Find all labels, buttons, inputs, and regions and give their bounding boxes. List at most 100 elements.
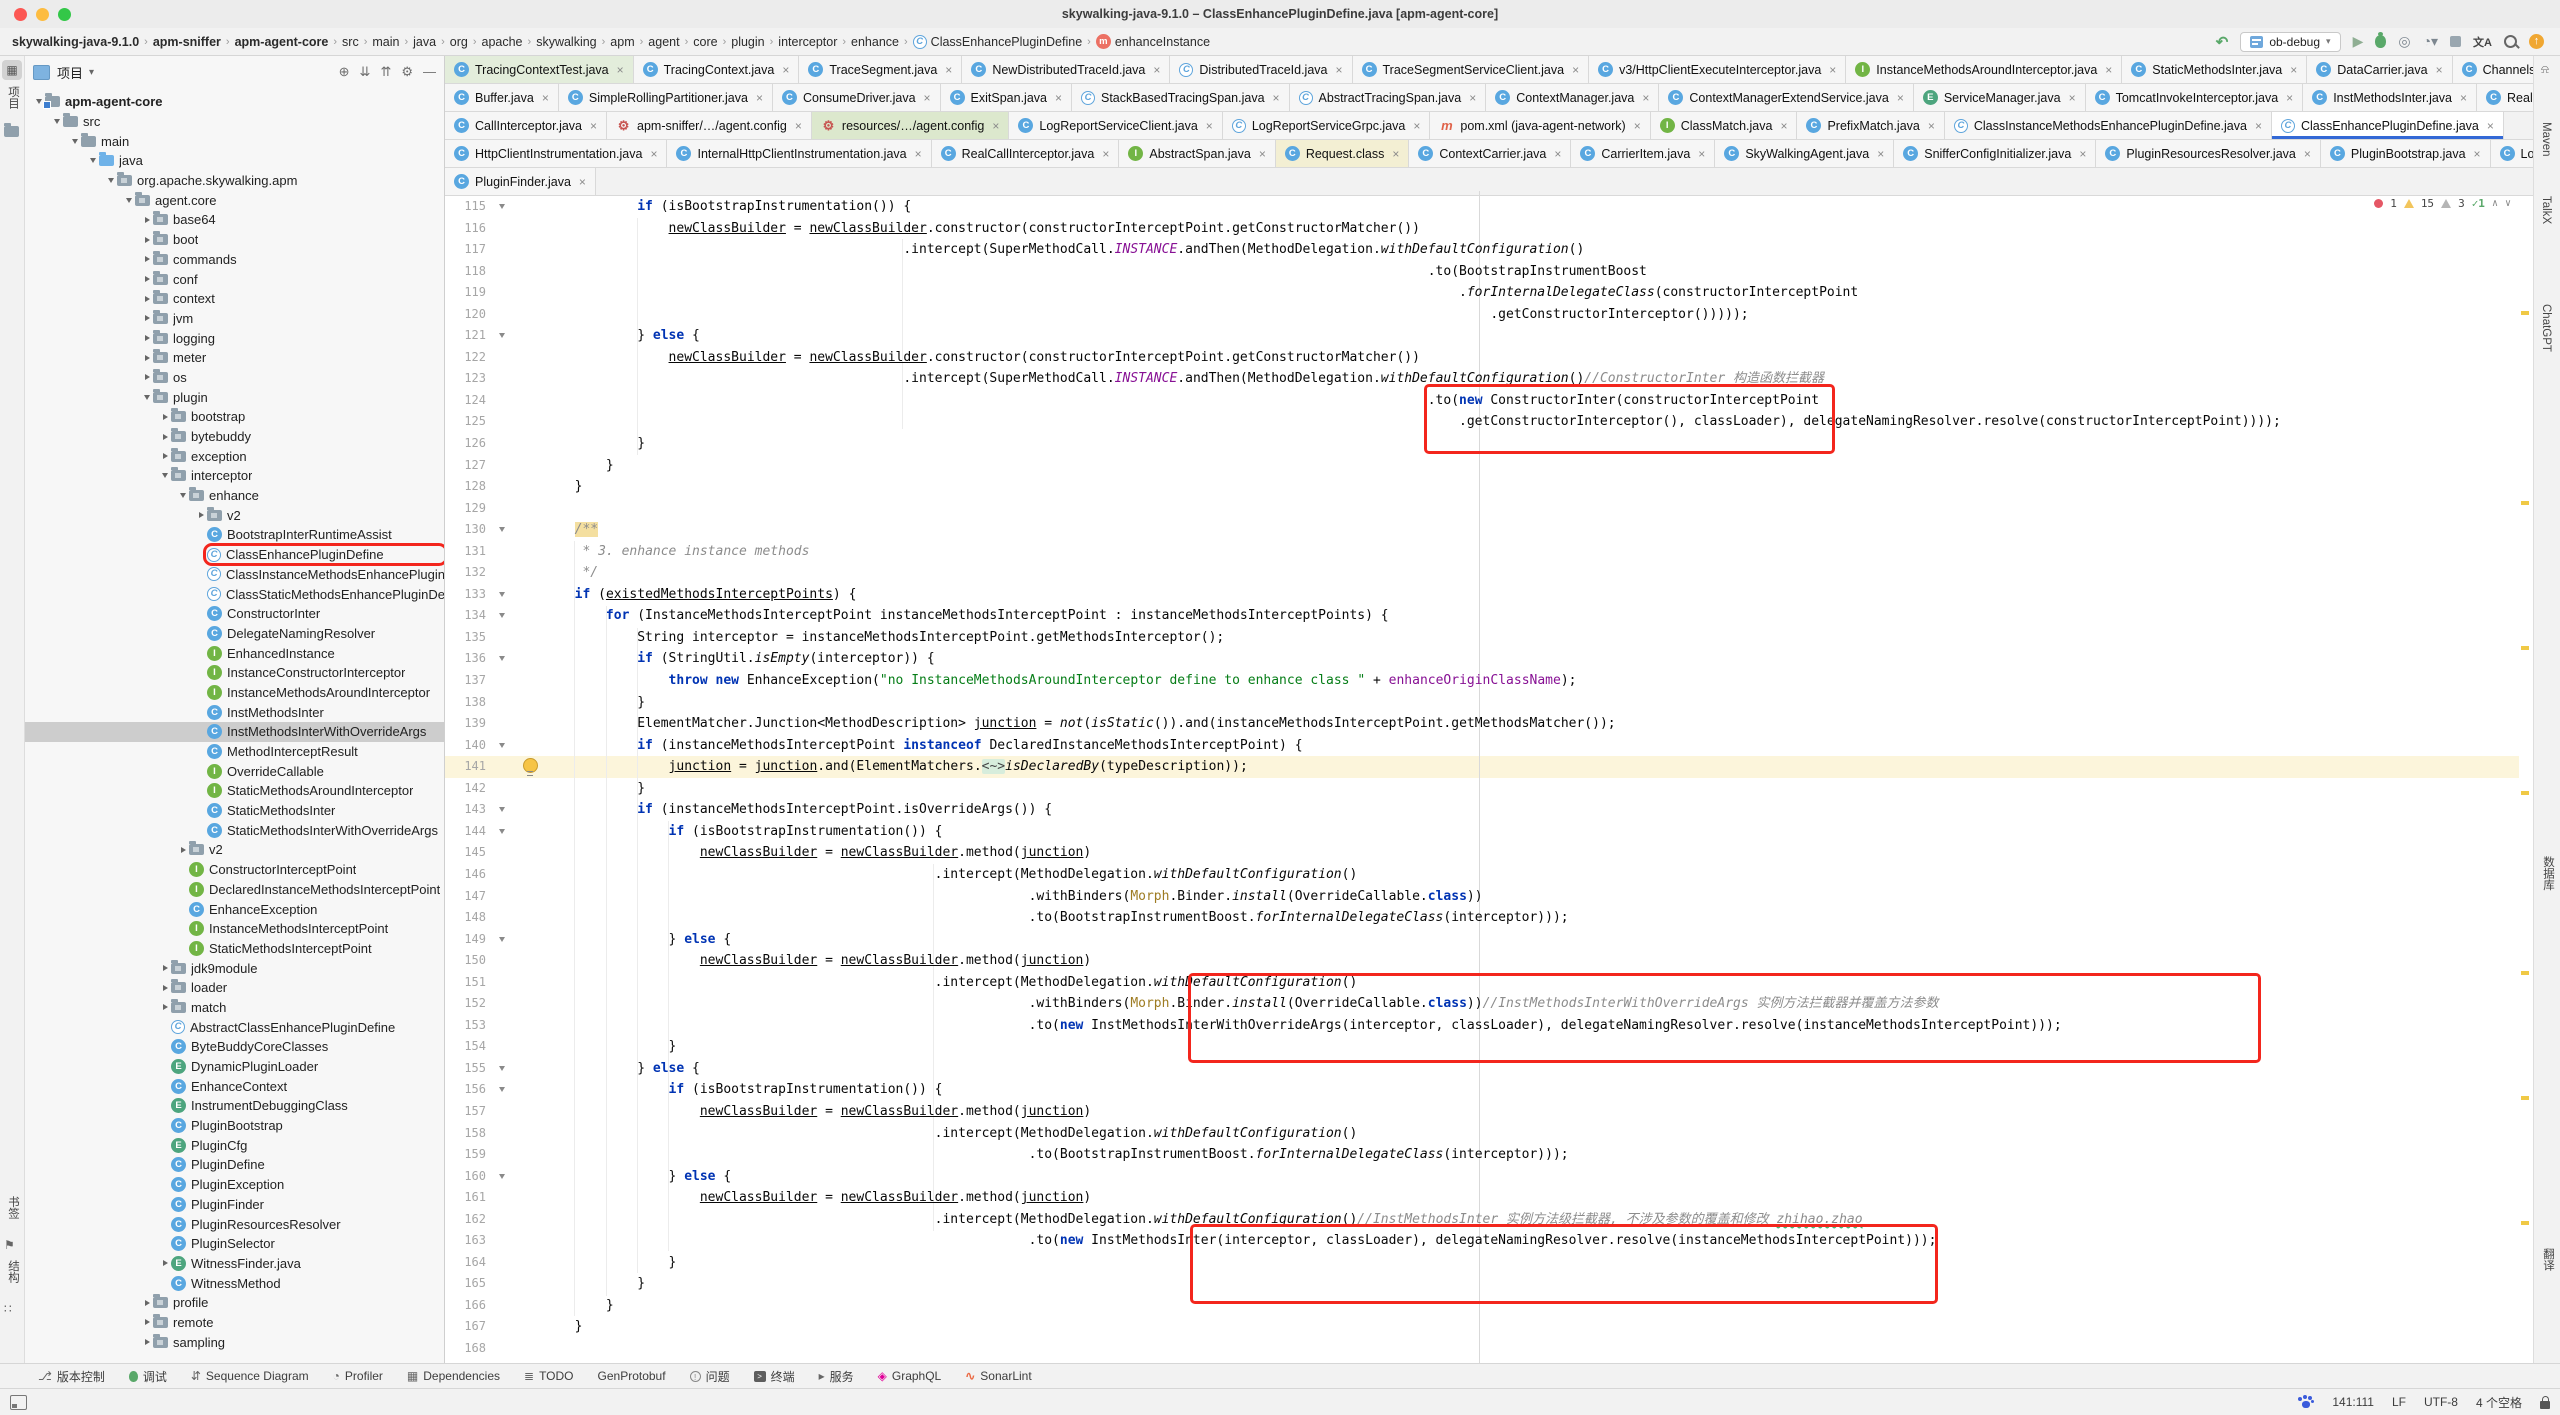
tree-item-meter[interactable]: meter: [25, 348, 444, 368]
tree-item-enhance[interactable]: enhance: [25, 486, 444, 506]
tree-item-base64[interactable]: base64: [25, 210, 444, 230]
line-number[interactable]: 127: [445, 455, 512, 477]
line-number[interactable]: 145: [445, 842, 512, 864]
fold-icon[interactable]: [499, 592, 505, 597]
editor-tab[interactable]: CLogManager.java×: [2491, 140, 2533, 167]
tree-item-ClassStaticMethodsEnhancePluginDefine[interactable]: CClassStaticMethodsEnhancePluginDefine: [25, 584, 444, 604]
line-number[interactable]: 129: [445, 498, 512, 520]
notifications-bell-icon[interactable]: ⍾: [2541, 62, 2549, 77]
indent-setting[interactable]: 4 个空格: [2476, 1394, 2522, 1411]
toolwindow-button-终端[interactable]: >终端: [754, 1368, 795, 1385]
close-tab-icon[interactable]: ×: [542, 91, 549, 105]
run-config-select[interactable]: ob-debug ▾: [2240, 32, 2340, 52]
coverage-icon[interactable]: ◎: [2398, 33, 2410, 50]
chevron-down-icon[interactable]: [69, 139, 81, 144]
close-tab-icon[interactable]: ×: [650, 147, 657, 161]
editor-tab[interactable]: CTraceSegmentServiceClient.java×: [1353, 56, 1590, 83]
editor-tab[interactable]: CHttpClientInstrumentation.java×: [445, 140, 667, 167]
caret-position[interactable]: 141:111: [2332, 1395, 2374, 1409]
fold-icon[interactable]: [499, 937, 505, 942]
editor-tab[interactable]: mpom.xml (java-agent-network)×: [1430, 112, 1650, 139]
line-number[interactable]: 168: [445, 1338, 512, 1360]
close-tab-icon[interactable]: ×: [1634, 119, 1641, 133]
chevron-right-icon[interactable]: [141, 237, 153, 243]
chevron-down-icon[interactable]: [141, 395, 153, 400]
line-number[interactable]: 115: [445, 196, 512, 218]
project-panel-title[interactable]: 项目: [57, 63, 83, 82]
chevron-right-icon[interactable]: [195, 512, 207, 518]
breadcrumb-item[interactable]: apache: [482, 35, 523, 49]
tree-item-bootstrap[interactable]: bootstrap: [25, 407, 444, 427]
tree-item-DelegateNamingResolver[interactable]: CDelegateNamingResolver: [25, 624, 444, 644]
tree-item-WitnessMethod[interactable]: CWitnessMethod: [25, 1273, 444, 1293]
line-number[interactable]: 136: [445, 648, 512, 670]
search-icon[interactable]: [2504, 35, 2517, 48]
tree-item-v2[interactable]: v2: [25, 505, 444, 525]
stripe-icon[interactable]: ∷: [4, 1302, 12, 1316]
editor-tab[interactable]: CSnifferConfigInitializer.java×: [1894, 140, 2096, 167]
editor-gutter[interactable]: 1151161171181191201211221231241251261271…: [445, 196, 512, 1360]
tree-item-WitnessFinder.java[interactable]: EWitnessFinder.java: [25, 1254, 444, 1274]
editor-tab[interactable]: CLogReportServiceGrpc.java×: [1223, 112, 1431, 139]
line-number[interactable]: 139: [445, 713, 512, 735]
close-tab-icon[interactable]: ×: [2460, 91, 2467, 105]
tree-item-jdk9module[interactable]: jdk9module: [25, 958, 444, 978]
tree-item-InstMethodsInter[interactable]: CInstMethodsInter: [25, 702, 444, 722]
panel-header-icon[interactable]: —: [423, 64, 436, 79]
close-tab-icon[interactable]: ×: [2487, 119, 2494, 133]
tree-item-bytebuddy[interactable]: bytebuddy: [25, 427, 444, 447]
line-number[interactable]: 142: [445, 778, 512, 800]
line-number[interactable]: 160: [445, 1166, 512, 1188]
editor-tab[interactable]: CPluginResourcesResolver.java×: [2096, 140, 2321, 167]
stripe-label-ChatGPT[interactable]: ChatGPT: [2540, 304, 2552, 352]
close-tab-icon[interactable]: ×: [1055, 91, 1062, 105]
line-number[interactable]: 141: [445, 756, 512, 778]
toolwindow-button-Sequence Diagram[interactable]: ⇵Sequence Diagram: [191, 1369, 309, 1383]
line-number[interactable]: 137: [445, 670, 512, 692]
line-number[interactable]: 159: [445, 1144, 512, 1166]
close-tab-icon[interactable]: ×: [2079, 147, 2086, 161]
editor-tab[interactable]: CStackBasedTracingSpan.java×: [1072, 84, 1290, 111]
close-tab-icon[interactable]: ×: [2105, 63, 2112, 77]
toolwindow-button-Profiler[interactable]: ◔Profiler: [333, 1369, 383, 1383]
chevron-right-icon[interactable]: [159, 1260, 171, 1266]
close-tab-icon[interactable]: ×: [2474, 147, 2481, 161]
profiler-icon[interactable]: ◔▾: [2423, 33, 2438, 50]
fold-icon[interactable]: [499, 1174, 505, 1179]
fold-icon[interactable]: [499, 829, 505, 834]
tree-item-ClassInstanceMethodsEnhancePluginDefine[interactable]: CClassInstanceMethodsEnhancePluginDefine: [25, 565, 444, 585]
close-tab-icon[interactable]: ×: [2069, 91, 2076, 105]
tree-item-ByteBuddyCoreClasses[interactable]: CByteBuddyCoreClasses: [25, 1037, 444, 1057]
tree-item-jvm[interactable]: jvm: [25, 309, 444, 329]
fold-icon[interactable]: [499, 527, 505, 532]
close-tab-icon[interactable]: ×: [590, 119, 597, 133]
toolwindow-button-调试[interactable]: 调试: [129, 1368, 167, 1385]
chevron-right-icon[interactable]: [177, 847, 189, 853]
close-tab-icon[interactable]: ×: [1554, 147, 1561, 161]
line-number[interactable]: 134: [445, 605, 512, 627]
breadcrumb-item[interactable]: CClassEnhancePluginDefine: [913, 35, 1082, 49]
chevron-right-icon[interactable]: [141, 217, 153, 223]
chevron-down-icon[interactable]: [123, 198, 135, 203]
line-number[interactable]: 147: [445, 886, 512, 908]
editor-tab[interactable]: CPluginBootstrap.java×: [2321, 140, 2491, 167]
toolwindow-button-Dependencies[interactable]: ▦Dependencies: [407, 1369, 500, 1383]
intention-bulb-icon[interactable]: [523, 758, 538, 773]
tree-item-org.apache.skywalking.apm[interactable]: org.apache.skywalking.apm: [25, 171, 444, 191]
folder-icon[interactable]: [4, 126, 19, 137]
line-number[interactable]: 155: [445, 1058, 512, 1080]
breadcrumb-item[interactable]: apm-agent-core: [235, 35, 329, 49]
editor-tab[interactable]: CAbstractTracingSpan.java×: [1290, 84, 1487, 111]
editor-tab[interactable]: CInstMethodsInter.java×: [2303, 84, 2477, 111]
toolwindow-button-问题[interactable]: !问题: [690, 1368, 730, 1385]
close-tab-icon[interactable]: ×: [1829, 63, 1836, 77]
line-separator[interactable]: LF: [2392, 1395, 2406, 1409]
breadcrumb-item[interactable]: enhance: [851, 35, 899, 49]
editor-tab[interactable]: CConsumeDriver.java×: [773, 84, 941, 111]
tree-item-PluginDefine[interactable]: CPluginDefine: [25, 1155, 444, 1175]
editor-tab[interactable]: CExitSpan.java×: [941, 84, 1072, 111]
fold-icon[interactable]: [499, 204, 505, 209]
chevron-down-icon[interactable]: [159, 473, 171, 478]
editor-tab[interactable]: CRealCallInstrumentation.java×: [2477, 84, 2533, 111]
fold-icon[interactable]: [499, 333, 505, 338]
